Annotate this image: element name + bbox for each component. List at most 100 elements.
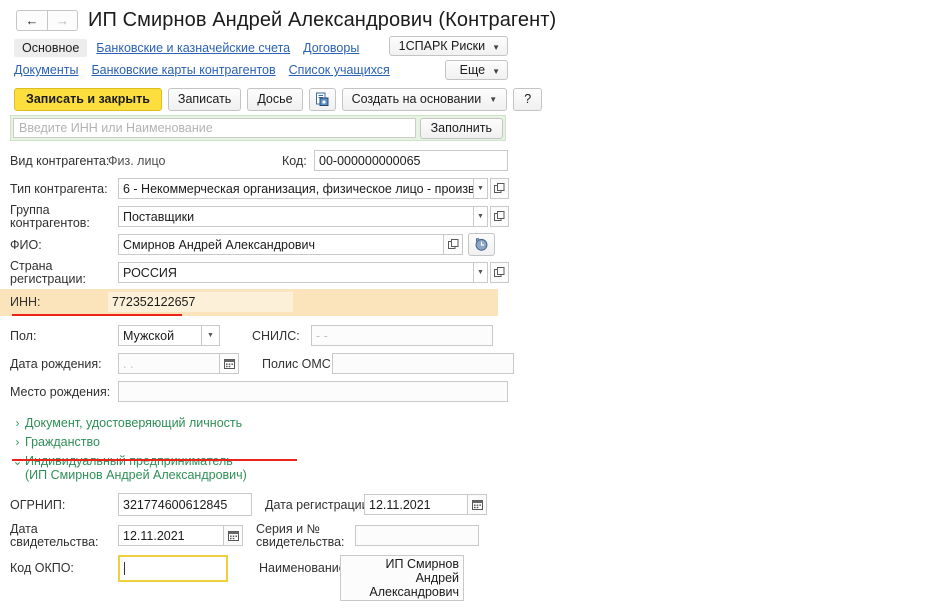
- row-birth-place: Место рождения:: [10, 379, 520, 404]
- gender-picker: Мужской ▼: [118, 325, 220, 346]
- reg-date-field[interactable]: 12.11.2021: [364, 494, 468, 515]
- calendar-icon[interactable]: [224, 525, 243, 546]
- more-button[interactable]: Еще▼: [445, 60, 508, 80]
- sidebar-item-bank-cards[interactable]: Банковские карты контрагентов: [91, 63, 275, 77]
- calendar-icon[interactable]: [468, 494, 487, 515]
- chevron-down-icon[interactable]: ▼: [474, 262, 488, 283]
- row-full-name: ФИО: Смирнов Андрей Александрович: [10, 232, 520, 257]
- help-button[interactable]: ?: [513, 88, 542, 111]
- row-counterparty-kind: Вид контрагента: Физ. лицо Код: 00-00000…: [10, 148, 520, 173]
- chevron-down-icon[interactable]: ▼: [474, 178, 488, 199]
- sidebar-item-students-list[interactable]: Список учащихся: [289, 63, 390, 77]
- counterparty-group-picker: Поставщики ▼: [118, 206, 509, 227]
- chevron-down-icon: ▼: [492, 43, 500, 52]
- group-entrepreneur-sublabel: (ИП Смирнов Андрей Александрович): [25, 468, 247, 482]
- ogrnip-field[interactable]: 321774600612845: [118, 493, 252, 516]
- group-citizenship-label: Гражданство: [25, 435, 100, 449]
- counterparty-type-field[interactable]: 6 - Некоммерческая организация, физическ…: [118, 178, 474, 199]
- row-country: Страна регистрации: РОССИЯ ▼: [10, 260, 520, 285]
- sidebar-item-contracts[interactable]: Договоры: [303, 41, 359, 55]
- row-gender: Пол: Мужской ▼ СНИЛС: - -: [10, 323, 520, 348]
- counterparty-kind-label: Вид контрагента:: [10, 154, 108, 168]
- counterparty-kind-value[interactable]: Физ. лицо: [108, 154, 282, 168]
- create-based-on-button[interactable]: Создать на основании ▼: [342, 88, 508, 111]
- counterparty-group-field[interactable]: Поставщики: [118, 206, 474, 227]
- sidebar-item-osnovnoe[interactable]: Основное: [14, 39, 87, 57]
- row-birth-date: Дата рождения: . . Полис ОМС:: [10, 351, 520, 376]
- counterparty-type-label: Тип контрагента:: [10, 182, 118, 196]
- save-and-close-button[interactable]: Записать и закрыть: [14, 88, 162, 111]
- code-field[interactable]: 00-000000000065: [314, 150, 508, 171]
- more-label: Еще: [460, 63, 485, 77]
- oms-policy-label: Полис ОМС:: [239, 357, 332, 371]
- counterparty-form-window: ← → ИП Смирнов Андрей Александрович (Кон…: [0, 0, 950, 613]
- fill-button[interactable]: Заполнить: [420, 118, 503, 139]
- report-icon[interactable]: [309, 88, 336, 111]
- okpo-label: Код ОКПО:: [10, 555, 118, 575]
- row-inn: ИНН: 772352122657: [0, 289, 498, 316]
- row-counterparty-type: Тип контрагента: 6 - Некоммерческая орга…: [10, 176, 520, 201]
- full-name-picker: Смирнов Андрей Александрович: [118, 233, 495, 256]
- ip-name-field[interactable]: ИП Смирнов Андрей Александрович: [340, 555, 464, 601]
- inn-label: ИНН:: [10, 295, 108, 309]
- row-counterparty-group: Группа контрагентов: Поставщики ▼: [10, 204, 520, 229]
- country-picker: РОССИЯ ▼: [118, 262, 509, 283]
- chevron-right-icon: ›: [10, 416, 25, 431]
- group-identity-document-label: Документ, удостоверяющий личность: [25, 416, 242, 430]
- cert-date-label: Дата свидетельства:: [10, 523, 118, 548]
- row-okpo: Код ОКПО: Наименование ИП: ИП Смирнов Ан…: [10, 555, 520, 601]
- save-button[interactable]: Записать: [168, 88, 241, 111]
- main-form: Вид контрагента: Физ. лицо Код: 00-00000…: [0, 148, 520, 601]
- select-value-icon[interactable]: [490, 206, 509, 227]
- group-entrepreneur-label: Индивидуальный предприниматель: [25, 454, 247, 468]
- full-name-field[interactable]: Смирнов Андрей Александрович: [118, 234, 444, 255]
- birth-place-label: Место рождения:: [10, 385, 118, 399]
- ogrnip-label: ОГРНИП:: [10, 498, 118, 512]
- page-title: ИП Смирнов Андрей Александрович (Контраг…: [88, 9, 556, 32]
- chevron-down-icon: ▼: [489, 95, 497, 104]
- chevron-down-icon[interactable]: ▼: [474, 206, 488, 227]
- navigation-panel: Основное Банковские и казначейские счета…: [0, 34, 950, 81]
- title-bar: ← → ИП Смирнов Андрей Александрович (Кон…: [0, 0, 950, 34]
- code-label: Код:: [282, 154, 314, 168]
- snils-field[interactable]: - -: [311, 325, 493, 346]
- cert-series-field[interactable]: [355, 525, 479, 546]
- chevron-down-icon: ⌄: [10, 454, 25, 469]
- forward-arrow-icon[interactable]: →: [47, 10, 78, 31]
- dossier-button[interactable]: Досье: [247, 88, 302, 111]
- reg-date-picker: 12.11.2021: [364, 494, 487, 515]
- birth-place-field[interactable]: [118, 381, 508, 402]
- sidebar-item-documents[interactable]: Документы: [14, 63, 78, 77]
- chevron-down-icon[interactable]: ▼: [202, 325, 220, 346]
- country-field[interactable]: РОССИЯ: [118, 262, 474, 283]
- spark-risks-button[interactable]: 1СПАРК Риски▼: [389, 36, 508, 56]
- birth-date-picker: . .: [118, 353, 239, 374]
- inn-underline-mark: [12, 459, 297, 461]
- chevron-right-icon: ›: [10, 435, 25, 450]
- cert-date-picker: 12.11.2021: [118, 525, 243, 546]
- select-value-icon[interactable]: [490, 262, 509, 283]
- gender-field[interactable]: Мужской: [118, 325, 202, 346]
- oms-policy-field[interactable]: [332, 353, 514, 374]
- calendar-icon[interactable]: [220, 353, 239, 374]
- row-cert-date: Дата свидетельства: 12.11.2021 Серия и №: [10, 523, 520, 548]
- inn-search-input[interactable]: [13, 118, 416, 138]
- group-citizenship[interactable]: › Гражданство: [10, 435, 520, 450]
- history-clock-icon[interactable]: [468, 233, 495, 256]
- birth-date-field[interactable]: . .: [118, 353, 220, 374]
- group-identity-document[interactable]: › Документ, удостоверяющий личность: [10, 416, 520, 431]
- reg-date-label: Дата регистрации:: [252, 498, 364, 512]
- inn-field[interactable]: 772352122657: [108, 292, 293, 312]
- back-arrow-icon[interactable]: ←: [16, 10, 47, 31]
- gender-label: Пол:: [10, 329, 118, 343]
- command-bar: Записать и закрыть Записать Досье Создат…: [0, 81, 950, 111]
- okpo-field[interactable]: [118, 555, 228, 582]
- country-label: Страна регистрации:: [10, 260, 118, 285]
- create-based-on-label: Создать на основании: [352, 92, 482, 106]
- select-value-icon[interactable]: [444, 234, 463, 255]
- kind-underline-mark: [12, 314, 182, 316]
- ip-name-label: Наименование ИП:: [228, 555, 340, 575]
- select-value-icon[interactable]: [490, 178, 509, 199]
- cert-date-field[interactable]: 12.11.2021: [118, 525, 224, 546]
- sidebar-item-bank-accounts[interactable]: Банковские и казначейские счета: [96, 41, 290, 55]
